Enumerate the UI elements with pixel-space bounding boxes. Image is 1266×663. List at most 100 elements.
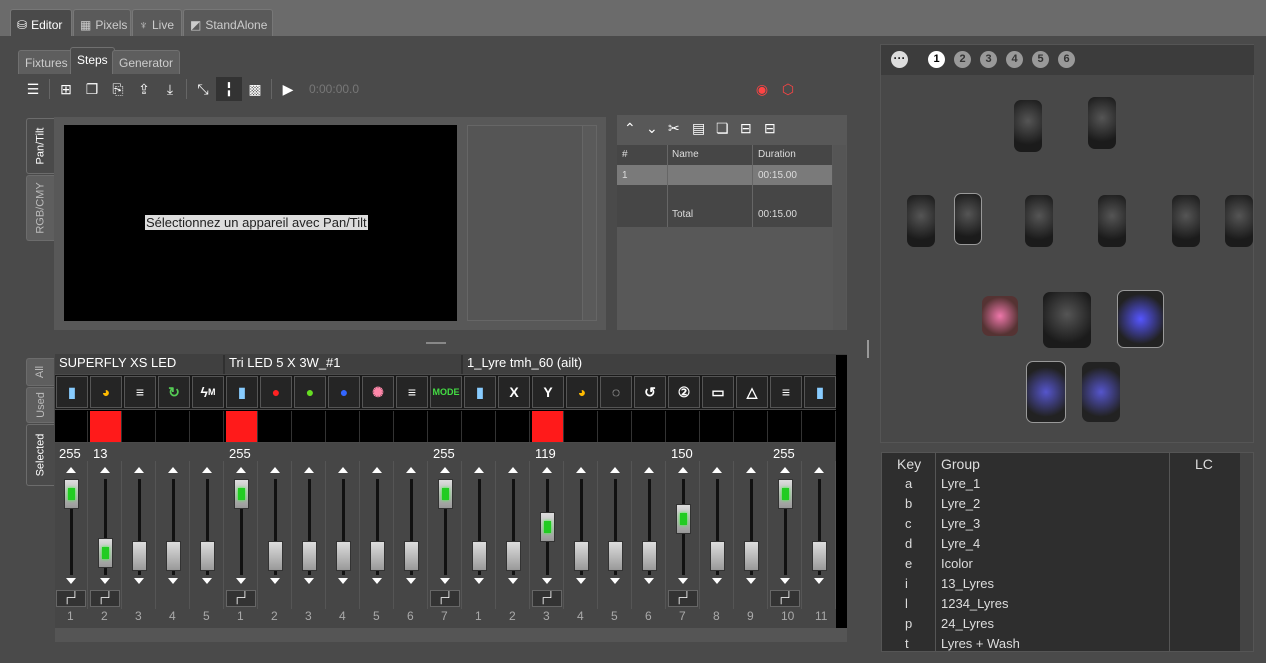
tab-editor[interactable]: ⛁ Editor — [10, 9, 72, 36]
dimmer-icon[interactable]: ≡ — [770, 376, 802, 408]
arrow-down-icon[interactable] — [576, 578, 586, 584]
arrow-down-icon[interactable] — [542, 578, 552, 584]
fixture-icon[interactable] — [982, 296, 1018, 336]
arrow-down-icon[interactable] — [304, 578, 314, 584]
record-icon[interactable]: ◉ — [749, 77, 775, 101]
channel-fader[interactable] — [55, 461, 88, 609]
arrow-down-icon[interactable] — [746, 578, 756, 584]
play-icon[interactable]: ▶ — [275, 77, 301, 101]
arrow-down-icon[interactable] — [474, 578, 484, 584]
gobo-icon[interactable]: ◌ — [600, 376, 632, 408]
mode-icon[interactable]: MODE — [430, 376, 462, 408]
splitter-handle[interactable] — [867, 340, 869, 358]
plug-icon[interactable]: ▮ — [464, 376, 496, 408]
tab-selected[interactable]: Selected — [26, 424, 54, 486]
arrow-up-icon[interactable] — [236, 467, 246, 473]
arrow-down-icon[interactable] — [338, 578, 348, 584]
arrow-up-icon[interactable] — [338, 467, 348, 473]
channel-fader[interactable] — [327, 461, 360, 609]
arrow-up-icon[interactable] — [814, 467, 824, 473]
table-row[interactable]: i 13_Lyres — [881, 576, 1241, 596]
page-button[interactable]: 1 — [928, 51, 945, 68]
step-mode-button[interactable]: ┌┘ — [770, 590, 800, 607]
tilt-icon[interactable]: Y — [532, 376, 564, 408]
step-mode-button[interactable]: ┌┘ — [532, 590, 562, 607]
arrow-up-icon[interactable] — [134, 467, 144, 473]
arrow-down-icon[interactable] — [780, 578, 790, 584]
table-row[interactable]: p 24_Lyres — [881, 616, 1241, 636]
fader-knob[interactable] — [64, 479, 79, 509]
arrow-up-icon[interactable] — [644, 467, 654, 473]
table-row[interactable]: e Icolor — [881, 556, 1241, 576]
red-icon[interactable]: ● — [260, 376, 292, 408]
arrow-down-icon[interactable] — [644, 578, 654, 584]
arrow-down-icon[interactable] — [100, 578, 110, 584]
page-button[interactable]: 6 — [1058, 51, 1075, 68]
fader-knob[interactable] — [710, 541, 725, 571]
fixture-icon[interactable] — [1025, 195, 1053, 247]
fader-knob[interactable] — [506, 541, 521, 571]
arrow-down-icon[interactable] — [66, 578, 76, 584]
table-row[interactable]: a Lyre_1 — [881, 476, 1241, 496]
arrow-up-icon[interactable] — [542, 467, 552, 473]
arrow-up-icon[interactable] — [474, 467, 484, 473]
frost-icon[interactable]: ▭ — [702, 376, 734, 408]
prism-icon[interactable]: △ — [736, 376, 768, 408]
more-icon[interactable]: ··· — [891, 51, 908, 68]
arrow-up-icon[interactable] — [610, 467, 620, 473]
table-row[interactable]: d Lyre_4 — [881, 536, 1241, 556]
channel-fader[interactable] — [701, 461, 734, 609]
arrow-up-icon[interactable] — [746, 467, 756, 473]
arrow-up-icon[interactable] — [304, 467, 314, 473]
tab-used[interactable]: Used — [26, 387, 54, 423]
arrow-up-icon[interactable] — [712, 467, 722, 473]
arrow-down-icon[interactable] — [678, 578, 688, 584]
fader-knob[interactable] — [472, 541, 487, 571]
channel-fader[interactable] — [191, 461, 224, 609]
fader-knob[interactable] — [812, 541, 827, 571]
channel-fader[interactable] — [667, 461, 700, 609]
fader-knob[interactable] — [778, 479, 793, 509]
chevron-down-icon[interactable]: ⌄ — [646, 120, 664, 137]
channel-fader[interactable] — [599, 461, 632, 609]
fixture-icon[interactable] — [1172, 195, 1200, 247]
arrow-up-icon[interactable] — [66, 467, 76, 473]
insert-after-icon[interactable]: ⊟ — [764, 120, 784, 137]
fader-knob[interactable] — [404, 541, 419, 571]
fader-knob[interactable] — [302, 541, 317, 571]
arrow-down-icon[interactable] — [270, 578, 280, 584]
tab-live[interactable]: ♆ Live — [132, 9, 182, 36]
arrow-down-icon[interactable] — [168, 578, 178, 584]
tab-steps[interactable]: Steps — [70, 47, 115, 74]
cube-icon[interactable]: ⬡ — [775, 77, 801, 101]
tab-standalone[interactable]: ◩ StandAlone — [183, 9, 273, 36]
paste-step-icon[interactable]: ⎘ — [105, 77, 131, 101]
shutter-icon[interactable]: ≡ — [124, 376, 156, 408]
channel-fader[interactable] — [123, 461, 156, 609]
arrow-down-icon[interactable] — [814, 578, 824, 584]
menu-icon[interactable]: ☰ — [20, 77, 46, 101]
arrow-up-icon[interactable] — [678, 467, 688, 473]
pan-icon[interactable]: X — [498, 376, 530, 408]
channel-fader[interactable] — [497, 461, 530, 609]
channel-fader[interactable] — [89, 461, 122, 609]
arrow-down-icon[interactable] — [372, 578, 382, 584]
arrow-up-icon[interactable] — [780, 467, 790, 473]
fader-knob[interactable] — [540, 512, 555, 542]
step-mode-button[interactable]: ┌┘ — [668, 590, 698, 607]
arrow-down-icon[interactable] — [406, 578, 416, 584]
arrow-down-icon[interactable] — [134, 578, 144, 584]
arrow-down-icon[interactable] — [202, 578, 212, 584]
scrollbar[interactable] — [833, 145, 846, 330]
rgb-icon[interactable]: ✺ — [362, 376, 394, 408]
channel-fader[interactable] — [463, 461, 496, 609]
fixture-icon[interactable] — [1117, 290, 1164, 348]
fader-knob[interactable] — [166, 541, 181, 571]
tab-rgb-cmy[interactable]: RGB/CMY — [26, 175, 54, 241]
duplicate-icon[interactable]: ❏ — [716, 120, 736, 137]
channel-fader[interactable] — [769, 461, 802, 609]
arrow-up-icon[interactable] — [100, 467, 110, 473]
fixture-icon[interactable] — [907, 195, 935, 247]
arrow-up-icon[interactable] — [508, 467, 518, 473]
table-row[interactable]: b Lyre_2 — [881, 496, 1241, 516]
